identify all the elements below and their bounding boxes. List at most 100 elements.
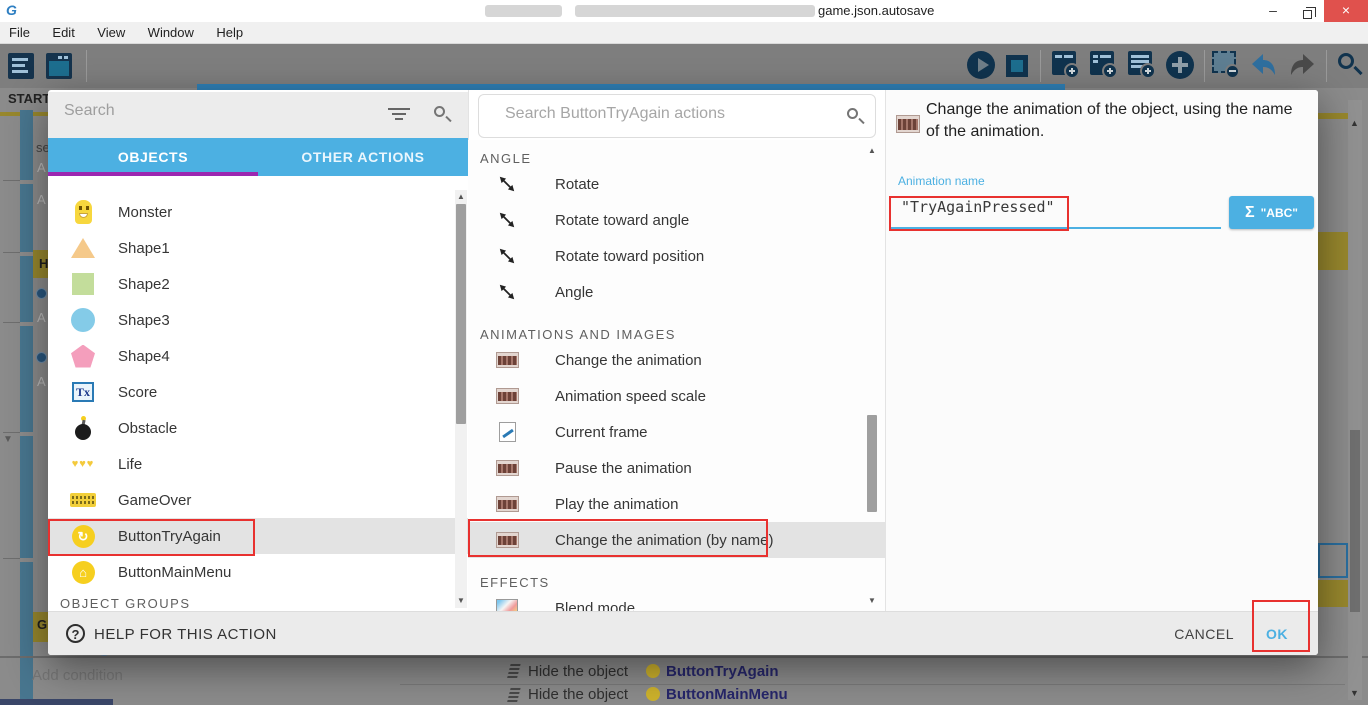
menu-help[interactable]: Help	[207, 22, 252, 40]
add-comment-button[interactable]	[1128, 51, 1158, 81]
gdevelop-logo-icon: G	[6, 2, 17, 18]
preview-button[interactable]	[967, 51, 997, 81]
project-manager-button[interactable]	[8, 51, 38, 81]
object-row-gameover[interactable]: GameOver	[48, 482, 468, 518]
menu-file[interactable]: File	[0, 22, 39, 40]
delete-selection-button[interactable]	[1212, 51, 1242, 81]
tab-objects[interactable]: OBJECTS	[48, 138, 258, 176]
tab-other-actions[interactable]: OTHER ACTIONS	[258, 138, 468, 176]
filter-icon[interactable]	[388, 108, 410, 122]
object-thumbnail-icon	[646, 687, 660, 701]
redo-button[interactable]	[1288, 51, 1318, 81]
hide-action-icon	[507, 663, 521, 678]
pentagon-icon	[70, 343, 96, 369]
object-row-monster[interactable]: Monster	[48, 194, 468, 230]
object-row-shape2[interactable]: Shape2	[48, 266, 468, 302]
object-label: Shape1	[118, 240, 170, 257]
action-row-rotate-toward-angle[interactable]: Rotate toward angle	[468, 202, 885, 238]
scroll-down-icon[interactable]: ▼	[866, 596, 878, 605]
object-label: Obstacle	[118, 420, 177, 437]
action-row-play-animation[interactable]: Play the animation	[468, 486, 885, 522]
gameover-sprite-icon	[70, 487, 96, 513]
object-label: Shape2	[118, 276, 170, 293]
add-subevent-button[interactable]	[1090, 51, 1120, 81]
add-event-button[interactable]	[1052, 51, 1082, 81]
expression-button-label: "ABC"	[1261, 206, 1298, 220]
add-more-button[interactable]	[1166, 51, 1196, 81]
event-text-fragment: H	[39, 256, 48, 271]
help-icon[interactable]: ?	[66, 624, 85, 643]
action-row-rotate-toward-position[interactable]: Rotate toward position	[468, 238, 885, 274]
object-row-score[interactable]: Tx Score	[48, 374, 468, 410]
object-row-buttonmainmenu[interactable]: ⌂ ButtonMainMenu	[48, 554, 468, 590]
search-icon[interactable]	[434, 106, 445, 117]
scroll-down-icon[interactable]: ▼	[1350, 688, 1359, 698]
action-row-change-animation[interactable]: Change the animation	[468, 342, 885, 378]
menu-view[interactable]: View	[88, 22, 134, 40]
highlight-box-ok	[1252, 600, 1310, 652]
triangle-icon	[70, 235, 96, 261]
scene-window-icon	[46, 53, 72, 79]
condition-icon	[36, 352, 47, 363]
play-icon	[967, 51, 995, 79]
window-scrollbar-thumb[interactable]	[1350, 430, 1360, 612]
object-row-life[interactable]: ♥♥♥ Life	[48, 446, 468, 482]
object-row-obstacle[interactable]: Obstacle	[48, 410, 468, 446]
project-manager-icon	[8, 53, 34, 79]
highlight-box-change-animation-by-name	[468, 519, 768, 557]
undo-button[interactable]	[1248, 51, 1278, 81]
undo-icon	[1248, 51, 1278, 81]
scroll-up-icon[interactable]: ▲	[866, 146, 878, 155]
menu-edit[interactable]: Edit	[43, 22, 83, 40]
action-row-current-frame[interactable]: Current frame	[468, 414, 885, 450]
rotate-arrow-icon	[495, 281, 519, 303]
scroll-up-icon[interactable]: ▲	[455, 192, 467, 201]
section-header-animations: ANIMATIONS AND IMAGES	[468, 310, 885, 342]
action-config-panel: Change the animation of the object, usin…	[886, 90, 1318, 611]
action-row-animation-speed-scale[interactable]: Animation speed scale	[468, 378, 885, 414]
home-button-icon: ⌂	[70, 559, 96, 585]
action-object-name: ButtonTryAgain	[666, 663, 779, 680]
expression-editor-button[interactable]: Σ "ABC"	[1229, 196, 1314, 229]
scroll-up-icon[interactable]: ▲	[1350, 118, 1359, 128]
help-link[interactable]: HELP FOR THIS ACTION	[94, 626, 277, 643]
section-header-angle: ANGLE	[468, 140, 885, 166]
object-row-shape1[interactable]: Shape1	[48, 230, 468, 266]
event-bar	[20, 110, 33, 180]
hearts-icon: ♥♥♥	[70, 451, 96, 477]
action-text: Hide the object	[528, 686, 628, 703]
search-events-button[interactable]	[1336, 51, 1366, 81]
object-row-shape4[interactable]: Shape4	[48, 338, 468, 374]
object-label: Life	[118, 456, 142, 473]
minimize-button[interactable]: –	[1258, 0, 1288, 22]
event-bar	[20, 184, 33, 252]
action-row-rotate[interactable]: Rotate	[468, 166, 885, 202]
scroll-down-icon[interactable]: ▼	[455, 596, 467, 605]
action-list-scrollbar-thumb[interactable]	[867, 415, 877, 512]
cancel-button[interactable]: CANCEL	[1174, 626, 1234, 642]
object-search-input[interactable]	[64, 102, 364, 120]
close-button[interactable]: ×	[1324, 0, 1368, 22]
bomb-icon	[70, 415, 96, 441]
event-bar	[20, 256, 33, 322]
highlight-box-buttontryagain	[48, 519, 255, 556]
scene-editor-button[interactable]	[46, 51, 76, 81]
event-text-fragment: A	[37, 374, 46, 389]
object-list-scrollbar-thumb[interactable]	[456, 204, 466, 424]
event-text-fragment: A	[37, 310, 46, 325]
redacted-title-segment	[485, 5, 562, 17]
search-icon	[1338, 53, 1354, 69]
action-row-angle[interactable]: Angle	[468, 274, 885, 310]
text-object-icon: Tx	[70, 379, 96, 405]
debug-button[interactable]	[1002, 51, 1032, 81]
restore-icon	[1303, 10, 1312, 19]
action-row-pause-animation[interactable]: Pause the animation	[468, 450, 885, 486]
object-label: GameOver	[118, 492, 191, 509]
object-row-shape3[interactable]: Shape3	[48, 302, 468, 338]
collapse-arrow-icon: ▼	[3, 434, 13, 445]
menu-window[interactable]: Window	[139, 22, 203, 40]
search-icon[interactable]	[847, 108, 858, 119]
restore-button[interactable]	[1292, 0, 1322, 22]
action-search-input[interactable]	[505, 105, 825, 123]
active-tab-indicator	[48, 172, 258, 176]
